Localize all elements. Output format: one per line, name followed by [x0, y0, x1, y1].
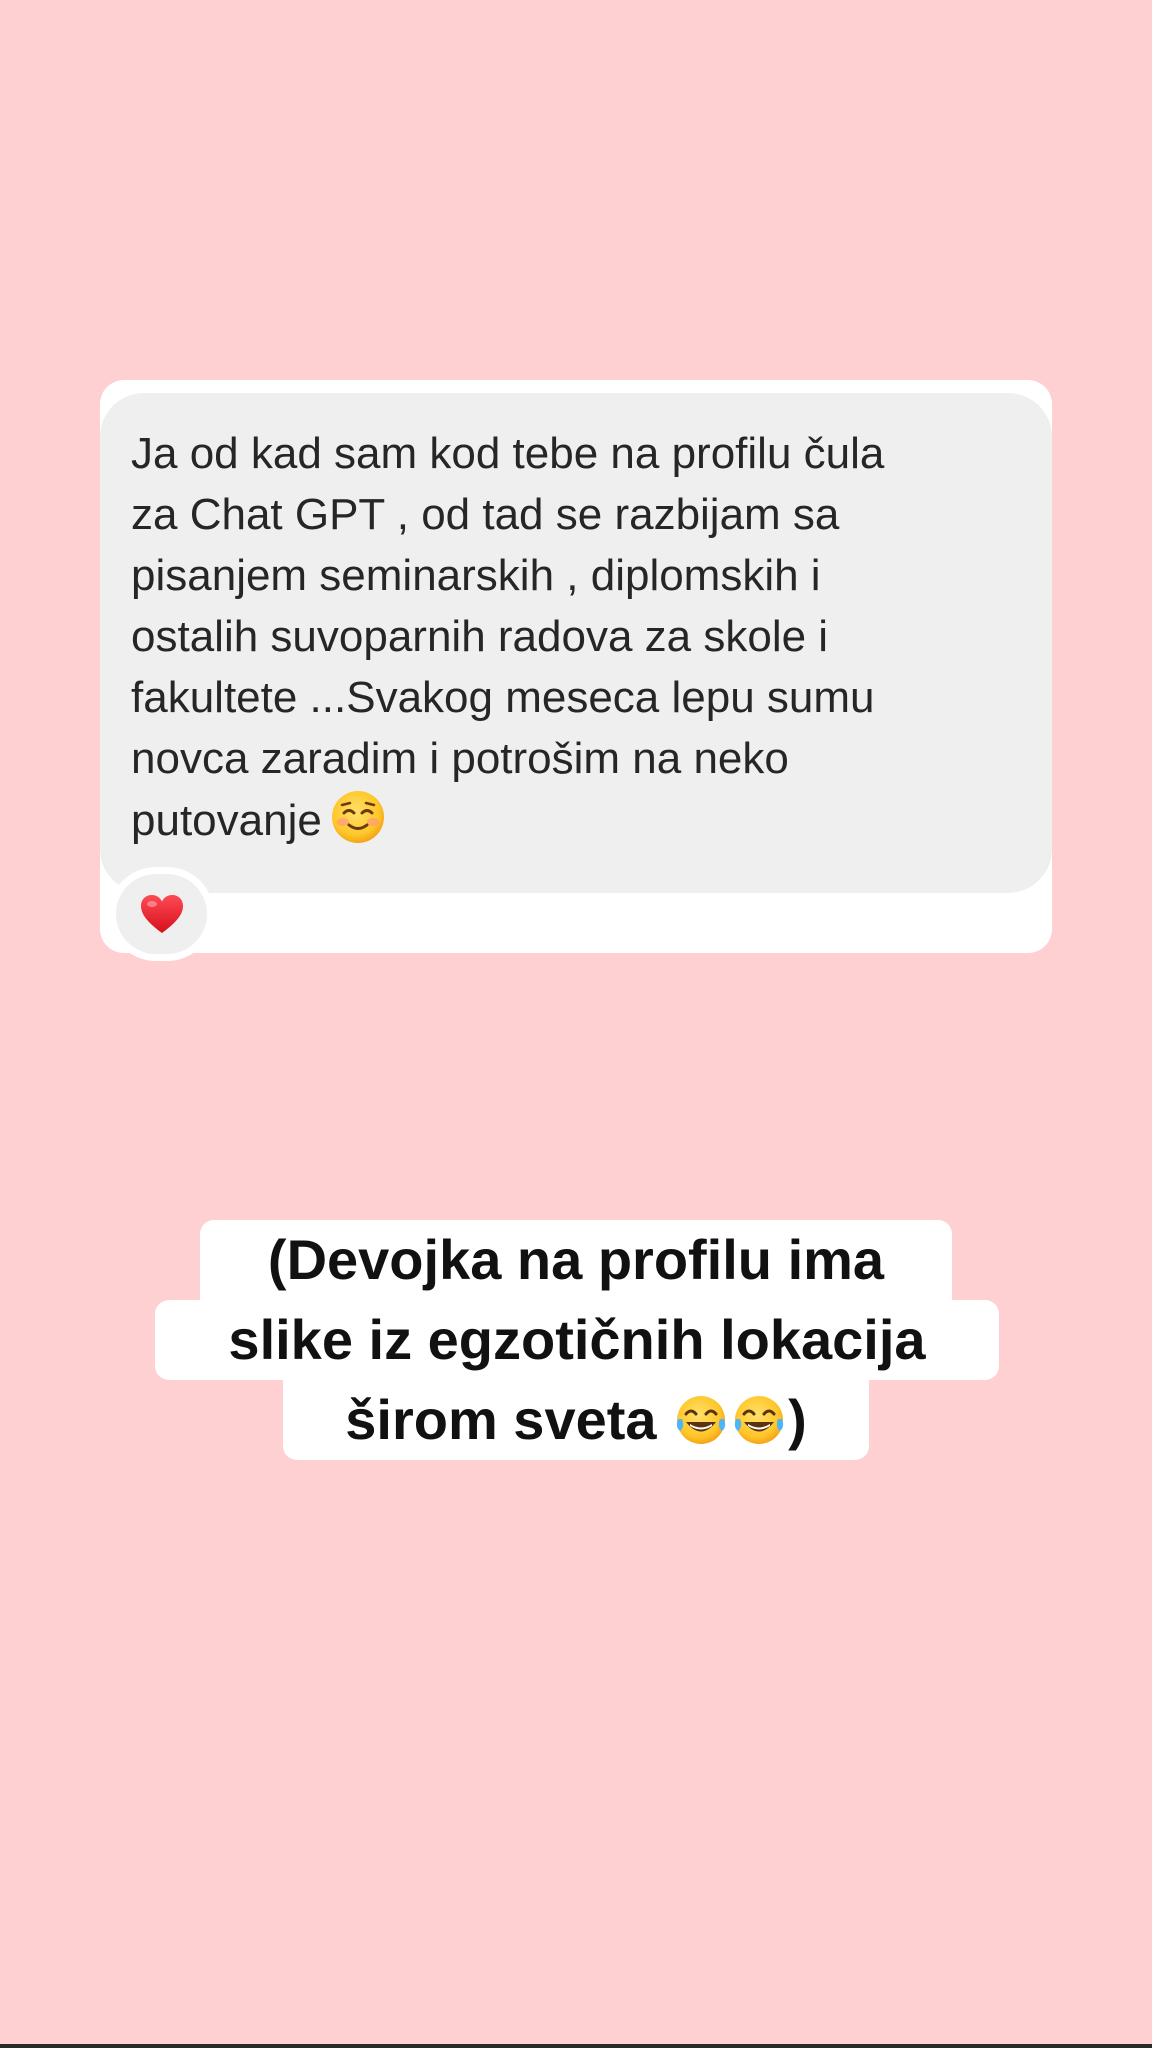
caption-overlay: (Devojka na profilu ima slike iz egzotič… [0, 0, 1152, 2048]
caption-line-text: širom sveta [345, 1388, 657, 1451]
face-with-tears-of-joy-icon [674, 1393, 728, 1447]
face-with-tears-of-joy-icon [732, 1393, 786, 1447]
caption-line-last: širom sveta) [283, 1380, 869, 1460]
caption-close-paren: ) [788, 1388, 807, 1451]
bottom-edge-bar [0, 2044, 1152, 2048]
caption-line: (Devojka na profilu ima [200, 1220, 952, 1300]
caption-line: slike iz egzotičnih lokacija [155, 1300, 999, 1380]
